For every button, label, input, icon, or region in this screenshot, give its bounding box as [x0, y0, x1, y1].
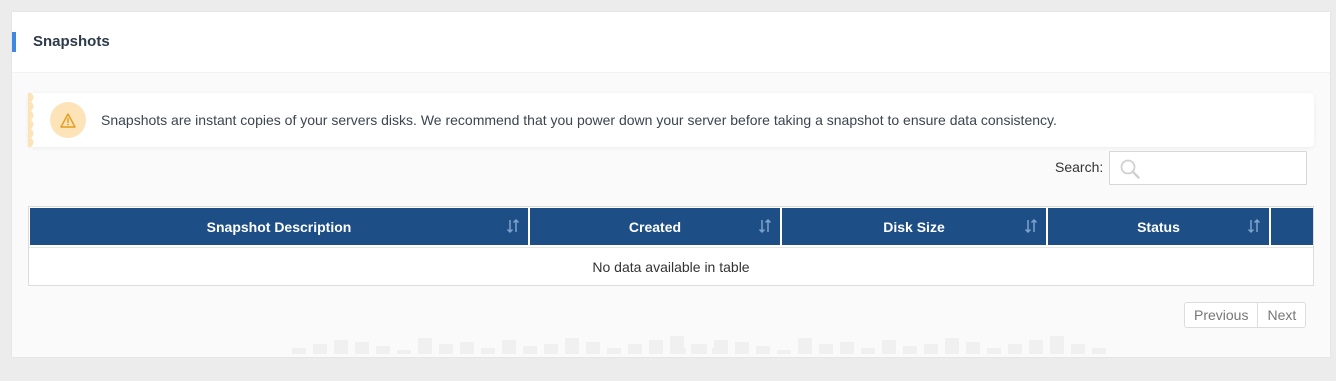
decorative-bar	[586, 342, 600, 354]
column-header-actions	[1271, 208, 1313, 245]
decorative-bar	[544, 344, 558, 354]
decorative-bar	[313, 344, 327, 354]
sort-icon[interactable]	[1247, 218, 1261, 234]
snapshots-table: Snapshot Description Created Disk Size S…	[28, 206, 1314, 286]
search-label: Search:	[1055, 159, 1104, 175]
decorative-bar	[565, 338, 579, 354]
header-accent-bar	[12, 32, 16, 52]
decorative-bar	[502, 340, 516, 354]
previous-button[interactable]: Previous	[1185, 303, 1258, 327]
decorative-bar	[649, 340, 663, 354]
decorative-bar	[861, 348, 875, 354]
panel-header: Snapshots	[12, 12, 1330, 73]
column-label: Created	[628, 218, 682, 235]
decorative-bar	[481, 348, 495, 354]
decorative-bar	[292, 348, 306, 354]
decorative-bar	[439, 344, 453, 354]
column-label: Snapshot Description	[206, 218, 352, 235]
decorative-bar	[756, 346, 770, 354]
alert-wave-edge	[28, 93, 34, 147]
column-header-created[interactable]: Created	[530, 208, 780, 245]
info-alert: Snapshots are instant copies of your ser…	[28, 93, 1314, 147]
decorative-bar	[523, 346, 537, 354]
decorative-bar	[418, 338, 432, 354]
decorative-bar	[966, 342, 980, 354]
decorative-bar	[819, 344, 833, 354]
decorative-bar	[714, 340, 728, 354]
decorative-bar	[460, 342, 474, 354]
decorative-bar	[1071, 344, 1085, 354]
decorative-bar	[397, 350, 411, 354]
decorative-bar	[334, 340, 348, 354]
sort-icon[interactable]	[758, 218, 772, 234]
decorative-bar	[376, 346, 390, 354]
decorative-bar	[777, 350, 791, 354]
decorative-bar	[1008, 344, 1022, 354]
sort-icon[interactable]	[506, 218, 520, 234]
search-icon	[1119, 158, 1141, 185]
decorative-bar	[735, 342, 749, 354]
decorative-bar	[672, 348, 686, 354]
column-label: Status	[1137, 218, 1180, 235]
sort-icon[interactable]	[1024, 218, 1038, 234]
column-header-snapshot-description[interactable]: Snapshot Description	[30, 208, 528, 245]
decorative-bar	[924, 344, 938, 354]
search-box[interactable]	[1109, 151, 1307, 185]
table-header: Snapshot Description Created Disk Size S…	[29, 207, 1313, 246]
column-header-disk-size[interactable]: Disk Size	[782, 208, 1046, 245]
decorative-bar	[355, 342, 369, 354]
decorative-bar	[945, 338, 959, 354]
decorative-bar	[693, 344, 707, 354]
column-label: Disk Size	[883, 218, 945, 235]
panel-body: Snapshots are instant copies of your ser…	[12, 73, 1330, 357]
decorative-bar	[840, 342, 854, 354]
decorative-bar-pattern	[292, 336, 1106, 354]
snapshots-panel: Snapshots Snapshots are instant copies o…	[12, 12, 1330, 357]
decorative-bar	[1050, 336, 1064, 354]
decorative-bar	[1029, 340, 1043, 354]
warning-icon	[50, 102, 86, 138]
empty-table-message: No data available in table	[29, 247, 1313, 286]
pagination: Previous Next	[1184, 302, 1307, 328]
decorative-bar	[903, 346, 917, 354]
decorative-bar	[628, 344, 642, 354]
alert-message: Snapshots are instant copies of your ser…	[101, 112, 1057, 128]
decorative-bar	[987, 348, 1001, 354]
decorative-bar	[882, 340, 896, 354]
decorative-bar	[1092, 348, 1106, 354]
panel-title: Snapshots	[33, 33, 110, 50]
decorative-bar	[798, 338, 812, 354]
decorative-bar	[607, 348, 621, 354]
column-header-status[interactable]: Status	[1048, 208, 1269, 245]
next-button[interactable]: Next	[1257, 303, 1306, 327]
search-input[interactable]	[1146, 156, 1300, 182]
